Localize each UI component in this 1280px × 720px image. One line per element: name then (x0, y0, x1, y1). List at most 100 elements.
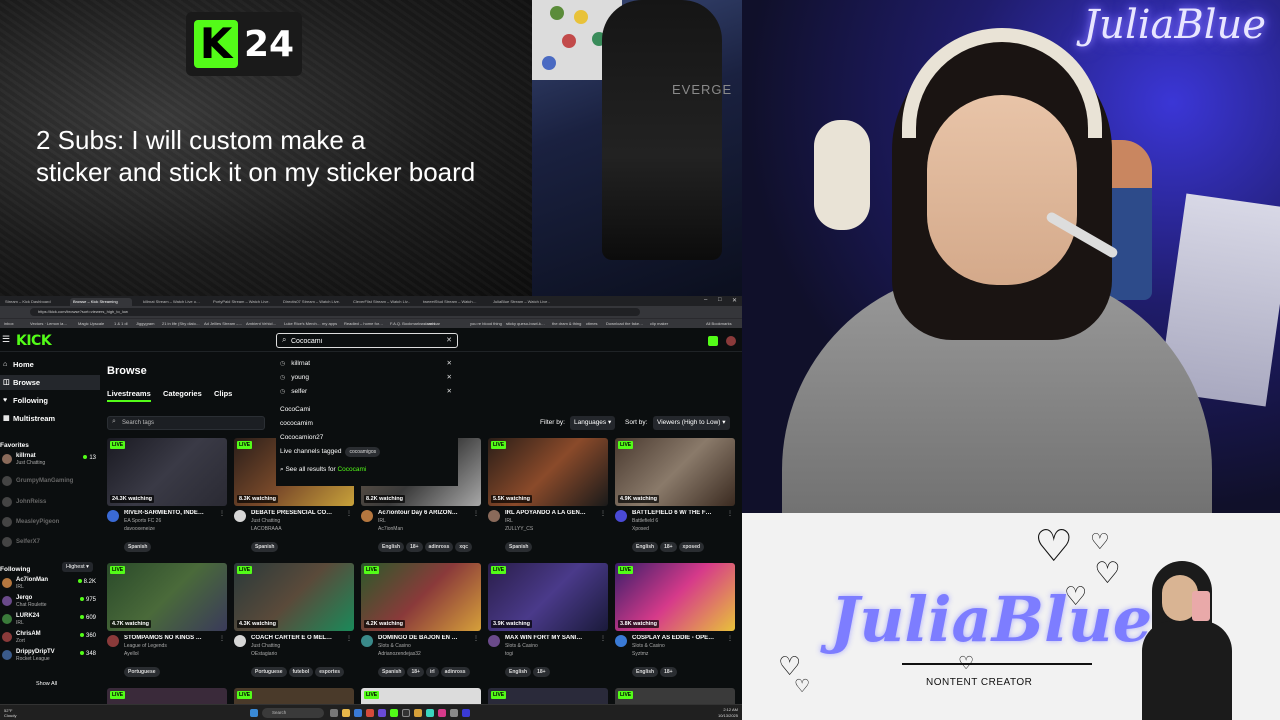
search-input[interactable] (291, 336, 441, 346)
followed-channel[interactable]: LURK24 IRL 609 (2, 612, 100, 626)
bookmark[interactable]: Download the fake… (606, 321, 643, 326)
stream-card[interactable]: LIVE 24.3K watching RIVER-SARMIENTO, INDE…… (107, 438, 227, 556)
kick-logo[interactable]: KICK (16, 333, 52, 349)
stream-thumbnail[interactable]: LIVE 3.9K watching (488, 563, 608, 631)
tab-categories[interactable]: Categories (163, 389, 202, 398)
maximize-button[interactable]: □ (718, 297, 722, 303)
stream-card[interactable]: LIVE 4.2K watching DOMINGO DE BAJON EN … ⋮ S… (361, 563, 481, 681)
app-icon[interactable] (414, 709, 422, 717)
minimize-button[interactable]: – (704, 297, 707, 303)
search-suggestion[interactable]: Cococamion27 (280, 432, 454, 444)
stream-card[interactable]: LIVE 4.7K watching STOMPAMOS NO KINGS … ⋮ Le… (107, 563, 227, 681)
more-options-icon[interactable]: ⋮ (219, 635, 225, 642)
stream-title[interactable]: BATTLEFIELD 6 W/ THE F… (632, 510, 728, 516)
stream-thumbnail[interactable]: LIVE 3.8K watching (615, 563, 735, 631)
stream-title[interactable]: DOMINGO DE BAJON EN … (378, 635, 474, 641)
stream-title[interactable]: STOMPAMOS NO KINGS … (124, 635, 220, 641)
url-field[interactable]: https://kick.com/browse?sort=viewers_hig… (30, 308, 640, 316)
stream-category[interactable]: Battlefield 6 (632, 518, 658, 524)
tag-chip[interactable]: Spanish (124, 542, 152, 552)
followed-channel[interactable]: Ac7ionMan IRL 8.2K (2, 576, 100, 590)
stream-card[interactable]: LIVE 3.9K watching MAX WIN FORT MY SANI… ⋮ S… (488, 563, 608, 681)
avatar[interactable] (361, 510, 373, 522)
remove-history-icon[interactable]: ✕ (447, 386, 452, 398)
search-history-item[interactable]: ◷ killrnat ✕ (280, 358, 454, 370)
browser-tab[interactable]: PortyPaid Stream – Watch Live… (210, 298, 270, 306)
weather-widget[interactable]: 52°F Cloudy (4, 708, 16, 718)
bookmark[interactable]: Jiggygram (136, 321, 154, 326)
channel-name[interactable]: Ayellol (124, 651, 139, 657)
tag-chip[interactable]: adinross (424, 542, 454, 552)
favorite-channel[interactable]: GrumpyManGaming (2, 474, 100, 488)
stream-thumbnail[interactable]: LIVE 5.5K watching (488, 438, 608, 506)
app-icon[interactable] (450, 709, 458, 717)
browser-tab[interactable]: killrnat Stream – Watch Live o… (140, 298, 200, 306)
discord-icon[interactable] (378, 709, 386, 717)
language-filter-dropdown[interactable]: Languages ▾ (570, 416, 616, 430)
channel-name[interactable]: davooxeneize (124, 526, 155, 532)
file-explorer-icon[interactable] (342, 709, 350, 717)
nav-following[interactable]: ♥ Following (0, 393, 100, 408)
stream-category[interactable]: Just Chatting (251, 518, 280, 524)
see-all-results[interactable]: ⌕ See all results for Cococami (280, 464, 454, 476)
bookmark[interactable]: ctimes (586, 321, 598, 326)
stream-title[interactable]: DEBATE PRESENCIAL CO… (251, 510, 347, 516)
stream-category[interactable]: League of Legends (124, 643, 167, 649)
favorite-channel[interactable]: JohnReiss (2, 495, 100, 509)
bookmark[interactable]: Magic Upscale (78, 321, 104, 326)
avatar[interactable] (234, 635, 246, 647)
sort-dropdown[interactable]: Viewers (High to Low) ▾ (653, 416, 730, 430)
avatar[interactable] (107, 635, 119, 647)
kick-app-icon[interactable] (390, 709, 398, 717)
bookmark[interactable]: Luke Rice's Merch… (284, 321, 321, 326)
task-view-icon[interactable] (330, 709, 338, 717)
stream-category[interactable]: Slots & Casino (378, 643, 411, 649)
browser-tab[interactable]: JuliaBlue Stream – Watch Live… (490, 298, 550, 306)
search-suggestion[interactable]: cococamim (280, 418, 454, 430)
stream-thumbnail[interactable]: LIVE 4.2K watching (361, 563, 481, 631)
search-history-item[interactable]: ◷ selfer ✕ (280, 386, 454, 398)
search-box[interactable]: ⌕ ✕ (276, 333, 458, 348)
stream-title[interactable]: COACH CARTER E O MEL… (251, 635, 347, 641)
notifications-icon[interactable] (708, 336, 718, 346)
stream-card[interactable]: LIVE 5.5K watching IRL APOYANDO A LA GEN… ⋮… (488, 438, 608, 556)
tag-chip[interactable]: Spanish (505, 542, 533, 552)
stream-category[interactable]: Slots & Casino (505, 643, 538, 649)
stream-category[interactable]: Just Chatting (251, 643, 280, 649)
avatar[interactable] (615, 510, 627, 522)
bookmark[interactable]: reload bar (422, 321, 440, 326)
channel-name[interactable]: Syztmz (632, 651, 648, 657)
chrome-icon[interactable] (366, 709, 374, 717)
bookmark[interactable]: sticky queso-bowl-k… (506, 321, 545, 326)
channel-name[interactable]: Xposed (632, 526, 649, 532)
windows-start-icon[interactable] (250, 709, 258, 717)
browser-tab-active[interactable]: Browse – Kick Streaming (70, 298, 132, 306)
bookmark[interactable]: inbox (4, 321, 14, 326)
channel-name[interactable]: Adrianozendejas32 (378, 651, 421, 657)
browser-tab[interactable]: CleverFlist Stream – Watch Liv… (350, 298, 410, 306)
following-sort-dropdown[interactable]: Highest ▾ (62, 562, 93, 572)
tag-chip[interactable]: 18+ (660, 542, 677, 552)
tag-chip[interactable]: Portuguese (251, 667, 287, 677)
avatar[interactable] (361, 635, 373, 647)
favorite-channel[interactable]: MeasleyPigeon (2, 515, 100, 529)
favorite-channel[interactable]: SelferX7 (2, 535, 100, 549)
more-options-icon[interactable]: ⋮ (600, 510, 606, 517)
stream-category[interactable]: IRL (378, 518, 386, 524)
bookmark[interactable]: 1 & 1 dl (114, 321, 128, 326)
tab-clips[interactable]: Clips (214, 389, 232, 398)
avatar[interactable] (234, 510, 246, 522)
tag-search-input[interactable]: ⌕ Search tags (107, 416, 265, 430)
bookmark[interactable]: clip maker (650, 321, 668, 326)
bookmark[interactable]: Ambient Vehicl… (246, 321, 276, 326)
app-icon[interactable] (462, 709, 470, 717)
channel-name[interactable]: ZULLYY_CS (505, 526, 533, 532)
app-icon[interactable] (426, 709, 434, 717)
bookmark[interactable]: Ad Jellies Stream –… (204, 321, 242, 326)
stream-thumbnail[interactable]: LIVE 24.3K watching (107, 438, 227, 506)
obs-icon[interactable] (402, 709, 410, 717)
tag-chip[interactable]: adinross (440, 667, 470, 677)
channel-name[interactable]: LACOBRAAA (251, 526, 282, 532)
bookmark[interactable]: the dram & thing (552, 321, 581, 326)
taskbar-search[interactable]: Search (262, 708, 324, 718)
